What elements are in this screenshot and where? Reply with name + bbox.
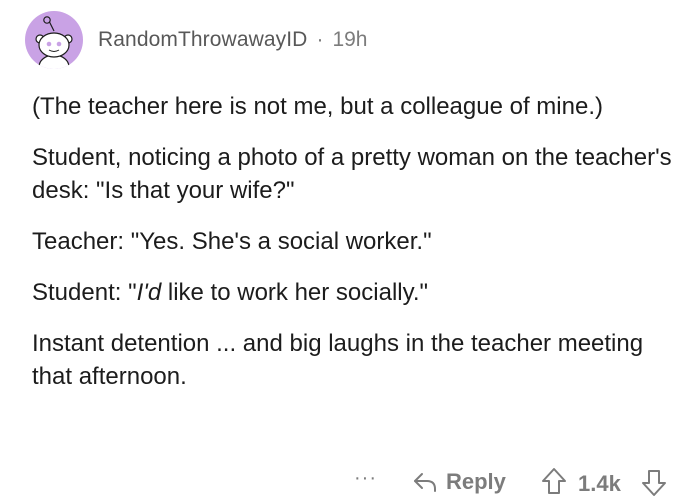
upvote-arrow-icon [542,468,566,494]
comment-header: RandomThrowawayID · 19h [25,10,368,70]
downvote-arrow-icon [642,470,666,496]
paragraph-text-prefix: Student: " [32,279,137,306]
reply-button[interactable]: Reply [412,466,506,498]
comment-paragraph: Student, noticing a photo of a pretty wo… [32,144,672,204]
reply-arrow-icon [414,473,436,492]
italic-text: I'd [136,279,162,306]
comment-paragraph: Instant detention ... and big laughs in … [32,330,644,390]
downvote-button[interactable] [640,468,668,503]
more-options-button[interactable]: ··· [354,467,377,490]
upvote-button[interactable] [540,466,568,501]
comment-actions: ··· Reply 1.4k [0,462,700,502]
comment-age[interactable]: 19h [332,28,367,52]
avatar[interactable] [25,11,83,69]
username[interactable]: RandomThrowawayID [98,28,307,52]
vote-score: 1.4k [578,471,621,496]
meta-separator: · [316,28,324,51]
reply-label: Reply [446,469,506,494]
comment: RandomThrowawayID · 19h (The teacher her… [0,0,700,504]
comment-paragraph: (The teacher here is not me, but a colle… [32,93,603,120]
reddit-snoo-avatar-icon [35,16,73,69]
comment-body: (The teacher here is not me, but a colle… [32,90,672,411]
paragraph-text-suffix: like to work her socially." [161,279,429,306]
comment-paragraph: Student: "I'd like to work her socially.… [32,276,672,309]
comment-paragraph: Teacher: "Yes. She's a social worker." [32,228,432,255]
